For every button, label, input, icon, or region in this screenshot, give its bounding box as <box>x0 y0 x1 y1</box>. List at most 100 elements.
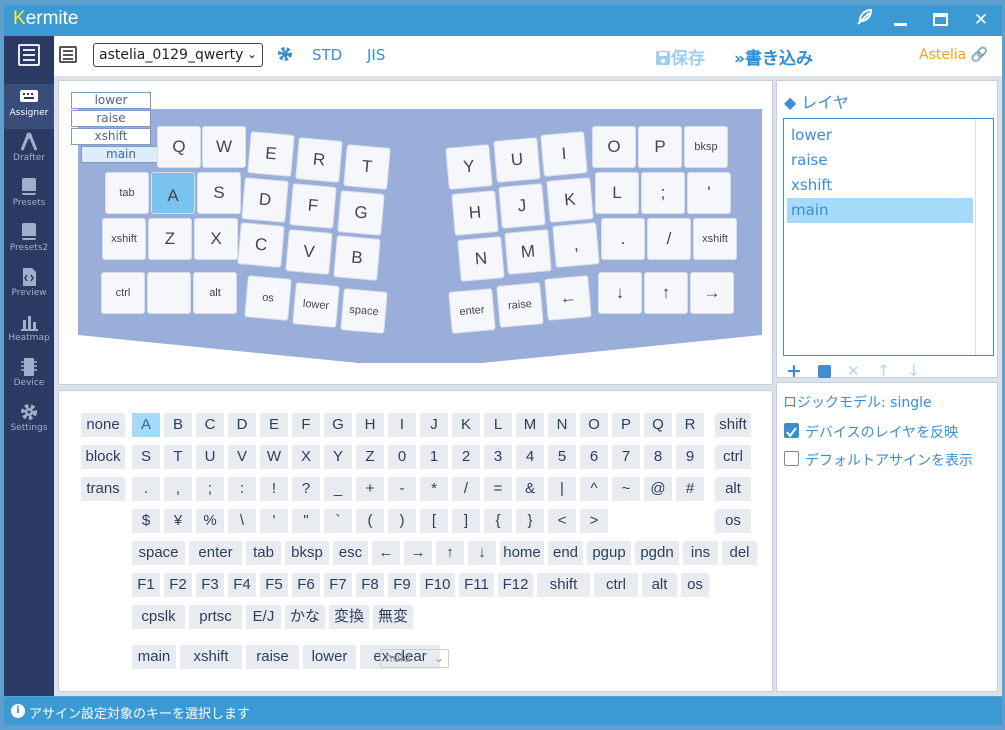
palette-key[interactable]: $ <box>132 509 160 533</box>
palette-key[interactable]: ; <box>196 477 224 501</box>
palette-key[interactable]: < <box>548 509 576 533</box>
palette-key[interactable]: } <box>516 509 544 533</box>
key-35[interactable]: ctrl <box>101 272 145 314</box>
palette-key[interactable]: > <box>580 509 608 533</box>
layer-item-main[interactable]: main <box>787 198 973 223</box>
palette-key[interactable]: H <box>356 413 384 437</box>
palette-key[interactable]: ins <box>683 541 718 565</box>
key-45[interactable]: ↑ <box>644 272 688 314</box>
move-up-icon[interactable]: ↑ <box>877 361 890 380</box>
key-3[interactable]: R <box>295 137 343 183</box>
palette-key[interactable]: 変換 <box>329 605 369 629</box>
key-40[interactable]: space <box>340 288 388 334</box>
palette-key[interactable]: O <box>580 413 608 437</box>
add-layer-icon[interactable]: + <box>786 360 802 382</box>
key-13[interactable]: S <box>197 172 241 214</box>
key-43[interactable]: ← <box>544 275 592 321</box>
layer-tab-raise[interactable]: raise <box>71 110 151 127</box>
key-1[interactable]: W <box>202 126 246 168</box>
key-5[interactable]: Y <box>445 144 493 190</box>
palette-key[interactable]: ^ <box>580 477 608 501</box>
palette-key[interactable]: | <box>548 477 576 501</box>
palette-key[interactable]: 6 <box>580 445 608 469</box>
palette-key[interactable]: = <box>484 477 512 501</box>
menu-icon[interactable] <box>18 44 40 66</box>
key-8[interactable]: O <box>592 126 636 168</box>
show-default-assign-checkbox[interactable] <box>784 451 799 466</box>
project-select[interactable]: astelia_0129_qwerty ⌄ <box>93 43 263 67</box>
palette-key[interactable]: N <box>548 413 576 437</box>
palette-key[interactable]: S <box>132 445 160 469</box>
palette-key[interactable]: home <box>500 541 544 565</box>
palette-key[interactable]: 1 <box>420 445 448 469</box>
palette-key[interactable]: shift <box>715 413 751 437</box>
palette-key[interactable]: かな <box>285 605 325 629</box>
write-button[interactable]: »書き込み <box>734 44 813 69</box>
palette-key[interactable]: F1 <box>132 573 160 597</box>
layer-item-raise[interactable]: raise <box>787 148 973 173</box>
palette-key[interactable]: ¥ <box>164 509 192 533</box>
key-18[interactable]: J <box>498 183 546 229</box>
palette-key[interactable]: F8 <box>356 573 384 597</box>
key-34[interactable]: xshift <box>693 218 737 260</box>
palette-key[interactable]: prtsc <box>189 605 242 629</box>
reflect-device-layers-checkbox[interactable] <box>784 423 799 438</box>
palette-key[interactable]: " <box>292 509 320 533</box>
key-14[interactable]: D <box>241 177 289 223</box>
palette-key[interactable]: E <box>260 413 288 437</box>
key-39[interactable]: lower <box>292 282 340 328</box>
key-33[interactable]: / <box>647 218 691 260</box>
sidebar-item-preview[interactable]: Preview <box>4 264 54 309</box>
palette-key[interactable]: V <box>228 445 256 469</box>
sidebar-item-presets[interactable]: Presets <box>4 174 54 219</box>
key-10[interactable]: bksp <box>684 126 728 168</box>
key-28[interactable]: B <box>333 235 381 281</box>
palette-key[interactable]: del <box>722 541 757 565</box>
palette-key[interactable]: F12 <box>498 573 533 597</box>
palette-key[interactable]: # <box>676 477 704 501</box>
palette-key[interactable]: 0 <box>388 445 416 469</box>
key-16[interactable]: G <box>337 190 385 236</box>
sidebar-item-presets2[interactable]: Presets2 <box>4 219 54 264</box>
palette-key[interactable]: Y <box>324 445 352 469</box>
palette-key[interactable]: \ <box>228 509 256 533</box>
palette-key[interactable]: ` <box>324 509 352 533</box>
palette-key[interactable]: M <box>516 413 544 437</box>
key-0[interactable]: Q <box>157 126 201 168</box>
key-6[interactable]: U <box>493 137 541 183</box>
palette-key[interactable]: U <box>196 445 224 469</box>
palette-key[interactable]: . <box>132 477 160 501</box>
palette-key[interactable]: F3 <box>196 573 224 597</box>
palette-key[interactable]: R <box>676 413 704 437</box>
palette-key[interactable]: space <box>132 541 185 565</box>
palette-key[interactable]: ' <box>260 509 288 533</box>
palette-key[interactable]: end <box>548 541 583 565</box>
palette-key[interactable]: ← <box>372 541 400 565</box>
palette-key[interactable]: tab <box>246 541 281 565</box>
feather-icon[interactable] <box>851 8 877 32</box>
palette-key[interactable]: Z <box>356 445 384 469</box>
palette-key[interactable]: bksp <box>285 541 329 565</box>
key-15[interactable]: F <box>289 183 337 229</box>
maximize-button[interactable] <box>927 8 953 32</box>
key-29[interactable]: N <box>457 236 505 282</box>
key-41[interactable]: enter <box>448 288 496 334</box>
palette-key[interactable]: shift <box>537 573 590 597</box>
key-25[interactable]: X <box>194 218 238 260</box>
palette-key[interactable]: 無変 <box>373 605 413 629</box>
palette-key[interactable]: ↑ <box>436 541 464 565</box>
palette-key[interactable]: → <box>404 541 432 565</box>
close-button[interactable]: ✕ <box>968 8 994 32</box>
palette-key[interactable]: - <box>388 477 416 501</box>
key-22[interactable]: ' <box>687 172 731 214</box>
key-46[interactable]: → <box>690 272 734 314</box>
palette-key[interactable]: ) <box>388 509 416 533</box>
palette-key[interactable]: raise <box>246 645 299 669</box>
key-7[interactable]: I <box>540 131 588 177</box>
sidebar-item-drafter[interactable]: Drafter <box>4 129 54 174</box>
palette-key[interactable]: F <box>292 413 320 437</box>
palette-key[interactable]: / <box>452 477 480 501</box>
key-4[interactable]: T <box>343 144 391 190</box>
key-23[interactable]: xshift <box>102 218 146 260</box>
palette-key[interactable]: F11 <box>459 573 494 597</box>
